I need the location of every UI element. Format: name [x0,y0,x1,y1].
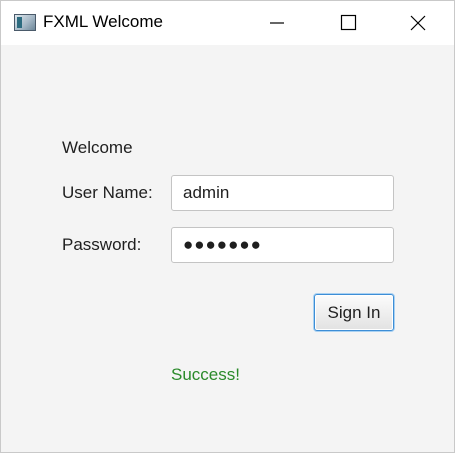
minimize-button[interactable] [254,1,300,45]
app-window: FXML Welcome Welcome User Name: Password… [0,0,455,453]
close-button[interactable] [395,1,441,45]
login-form: Welcome User Name: Password: Sign In Suc… [1,45,454,452]
app-icon [14,14,36,31]
password-field[interactable] [171,227,394,263]
maximize-button[interactable] [324,1,370,45]
close-icon [410,15,426,31]
username-label: User Name: [62,183,153,202]
sign-in-button[interactable]: Sign In [314,294,394,331]
maximize-icon [340,14,357,31]
minimize-icon [270,22,284,24]
welcome-heading: Welcome [62,138,133,157]
status-message: Success! [171,365,240,384]
username-field[interactable] [171,175,394,211]
password-label: Password: [62,235,142,254]
window-title: FXML Welcome [43,12,163,31]
title-bar[interactable]: FXML Welcome [1,1,454,45]
